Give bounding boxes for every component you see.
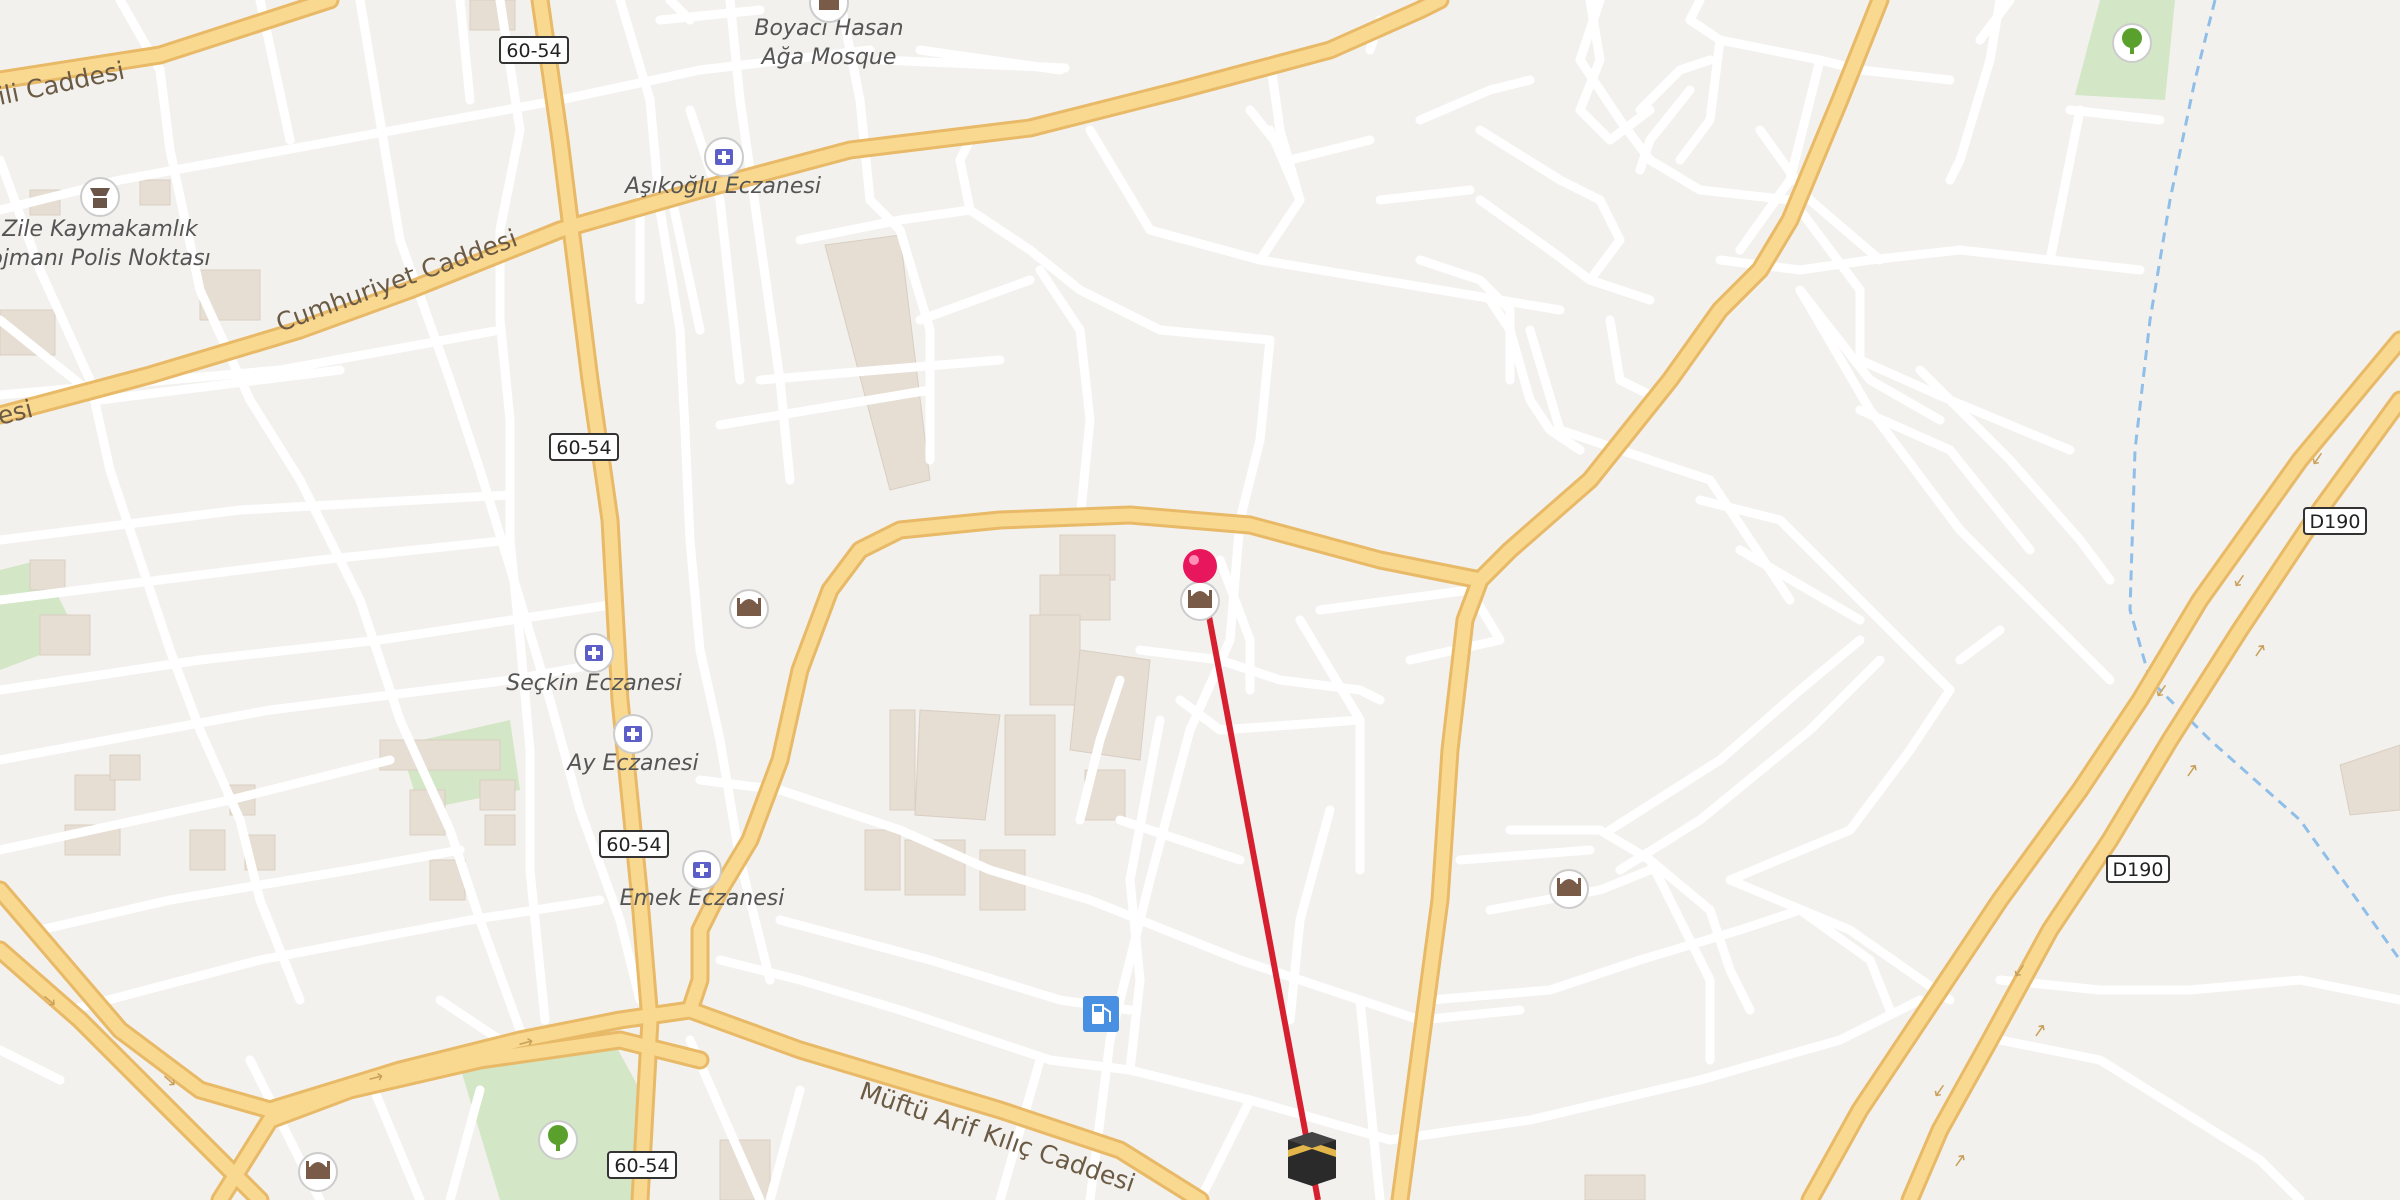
kaaba-icon[interactable] (1288, 1132, 1336, 1186)
road-shield-60-54[interactable]: 60-54 (549, 433, 619, 461)
poi-label-zile-line2: ojmanı Polis Noktası (0, 246, 211, 271)
building (864, 829, 901, 891)
building (889, 709, 916, 811)
road-shield-60-54[interactable]: 60-54 (599, 830, 669, 858)
location-pin-icon[interactable] (1183, 549, 1217, 583)
pharmacy-icon[interactable] (704, 137, 744, 177)
fuel-icon[interactable] (1083, 996, 1119, 1032)
poi-label-asikoglu: Aşıkoğlu Eczanesi (623, 174, 821, 199)
building (139, 179, 171, 206)
map-canvas[interactable]: ← ← ← ← ← → → → → → → → → Cumhuriyet Cad… (0, 0, 2400, 1200)
building (1584, 1174, 1646, 1200)
pharmacy-icon[interactable] (682, 850, 722, 890)
mosque-icon[interactable] (1549, 869, 1589, 909)
mosque-icon[interactable] (729, 589, 769, 629)
building (189, 829, 226, 871)
road-shield-text: 60-54 (614, 1155, 669, 1177)
poi-label-seckin: Seçkin Eczanesi (506, 671, 681, 696)
poi-label-zile-line1: Zile Kaymakamlık (1, 217, 199, 242)
road-shield-text: D190 (2113, 859, 2164, 881)
building (379, 739, 501, 771)
park-icon[interactable] (2112, 23, 2152, 63)
road-shield-60-54[interactable]: 60-54 (607, 1151, 677, 1179)
building (1059, 534, 1116, 581)
park-icon[interactable] (538, 1120, 578, 1160)
poi-label-ay: Ay Eczanesi (565, 751, 698, 776)
building (484, 814, 516, 846)
road-shield-text: D190 (2310, 511, 2361, 533)
building (29, 559, 66, 591)
road-shield-text: 60-54 (606, 834, 661, 856)
road-shield-text: 60-54 (506, 40, 561, 62)
building (1039, 574, 1111, 621)
building (479, 779, 516, 811)
poi-label-boyaci-line2: Ağa Mosque (760, 45, 897, 70)
building (39, 614, 91, 656)
mosque-icon[interactable] (1180, 581, 1220, 621)
building (914, 709, 1001, 821)
road-shield-60-54[interactable]: 60-54 (499, 36, 569, 64)
building (109, 754, 141, 781)
pharmacy-icon[interactable] (613, 714, 653, 754)
building (74, 774, 116, 811)
building (1004, 714, 1056, 836)
road-shield-d190[interactable]: D190 (2106, 855, 2170, 883)
building (0, 309, 56, 356)
road-shield-d190[interactable]: D190 (2303, 507, 2367, 535)
building (1029, 614, 1081, 706)
road-shield-text: 60-54 (556, 437, 611, 459)
pharmacy-icon[interactable] (574, 633, 614, 673)
mosque-icon[interactable] (298, 1152, 338, 1192)
police-icon[interactable] (80, 177, 120, 217)
